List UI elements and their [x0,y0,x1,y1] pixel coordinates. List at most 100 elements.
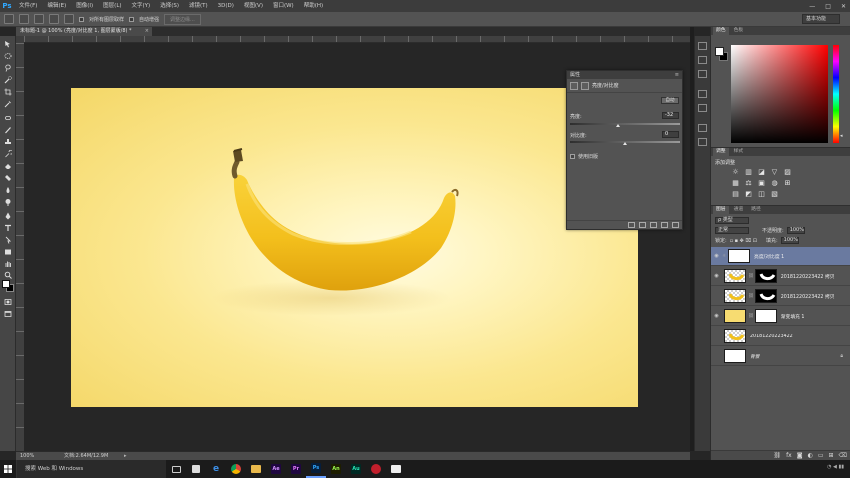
color-picker-field[interactable] [731,45,828,143]
hue-saturation-icon[interactable]: ▦ [731,179,740,187]
layer-name[interactable]: 20181220223422 [750,334,793,339]
properties-panel-title-bar[interactable]: 属性 ≡ [567,71,682,79]
photos-app-icon[interactable] [386,460,406,478]
layer-row[interactable]: 20181220223422 [711,327,850,346]
history-brush-tool-icon[interactable] [3,150,13,158]
layer-mask-icon[interactable] [581,81,589,90]
delete-layer-icon[interactable]: ⌫ [839,452,847,459]
document-canvas[interactable] [71,88,638,407]
layer-thumbnail[interactable] [724,269,746,283]
gradient-map-icon[interactable]: ▧ [770,190,779,198]
new-adjustment-icon[interactable]: ◐ [808,452,813,459]
clone-stamp-tool-icon[interactable] [3,138,13,146]
hue-slider[interactable] [833,45,839,143]
link-icon[interactable]: ⛓ [748,294,754,299]
foreground-color-swatch[interactable] [2,280,10,288]
invert-icon[interactable]: ▤ [731,190,740,198]
reset-icon[interactable] [650,222,657,228]
vibrance-icon[interactable]: ▨ [783,168,792,176]
tab-layers[interactable]: 图层 [713,206,729,214]
document-tab[interactable]: 未标题-1 @ 100% (亮度/对比度 1, 图层蒙版/8) * × [16,27,152,36]
lasso-tool-icon[interactable] [3,64,13,72]
lock-icons[interactable]: ▫ ▪ ✥ ⌧ ⊡ [730,238,757,244]
close-button[interactable]: ✕ [841,3,846,10]
layer-mask-thumbnail[interactable] [754,309,777,323]
fill-input[interactable]: 100% [780,237,799,244]
character-panel-icon[interactable] [698,124,707,132]
layer-name[interactable]: 20181220223422 拷贝 [781,293,835,300]
premiere-icon[interactable]: Pr [286,460,306,478]
hue-marker-icon[interactable]: ◂ [840,133,843,139]
opacity-input[interactable]: 100% [786,227,805,234]
hand-tool-icon[interactable] [3,260,13,268]
workspace-select[interactable]: 基本功能 [802,14,840,24]
layer-name[interactable]: 20181220223422 拷贝 [781,273,835,280]
tab-styles[interactable]: 样式 [731,148,747,156]
sample-all-layers-checkbox[interactable] [79,16,84,22]
tab-channels[interactable]: 通道 [731,206,747,214]
menu-image[interactable]: 图像(I) [71,0,98,12]
layer-row[interactable]: 背景 🔒︎ [711,347,850,366]
visibility-eye-icon[interactable]: ◉ [711,253,722,259]
new-selection-icon[interactable] [19,14,29,24]
brush-size-icon[interactable] [64,14,74,24]
brightness-slider-thumb[interactable] [616,124,621,127]
history-panel-icon[interactable] [698,42,707,50]
layer-thumbnail[interactable] [724,349,746,363]
menu-3d[interactable]: 3D(D) [213,0,239,12]
brush-tool-icon[interactable] [3,126,13,134]
curves-icon[interactable]: ◪ [757,168,766,176]
view-previous-icon[interactable] [639,222,646,228]
levels-icon[interactable]: ▥ [744,168,753,176]
new-group-icon[interactable]: ▭ [818,452,824,459]
brightness-value-input[interactable]: -32 [662,112,679,119]
layer-row[interactable]: ◉ ☼ 亮度/对比度 1 [711,247,850,266]
maximize-button[interactable]: □ [825,3,831,10]
system-tray[interactable]: ◔ ◀ ▮▮ [827,464,844,470]
visibility-icon[interactable] [661,222,668,228]
path-selection-tool-icon[interactable] [3,236,13,244]
brush-presets-icon[interactable] [698,104,707,112]
task-view-icon[interactable] [166,460,186,478]
eyedropper-tool-icon[interactable] [3,100,13,108]
menu-help[interactable]: 帮助(H) [299,0,328,12]
file-explorer-icon[interactable] [246,460,266,478]
foreground-background-swatches[interactable] [2,280,14,292]
menu-type[interactable]: 文字(Y) [127,0,156,12]
subtract-selection-icon[interactable] [49,14,59,24]
quick-mask-icon[interactable] [3,298,13,306]
blend-mode-select[interactable]: 正常 [715,227,749,234]
menu-filter[interactable]: 滤镜(T) [184,0,213,12]
audition-icon[interactable]: Au [346,460,366,478]
taskbar-search-input[interactable]: 搜索 Web 和 Windows [16,460,166,478]
auto-enhance-checkbox[interactable] [129,16,135,22]
gradient-fill-thumbnail[interactable] [724,309,746,323]
use-legacy-checkbox[interactable] [570,154,575,159]
link-icon[interactable]: ⛓ [748,274,754,279]
type-tool-icon[interactable] [3,224,13,232]
pen-tool-icon[interactable] [3,212,13,220]
chrome-icon[interactable] [226,460,246,478]
layer-filter-select[interactable]: ρ 类型 [715,217,749,224]
layer-row[interactable]: ◉ ⛓ 20181220223422 拷贝 [711,267,850,286]
tab-swatches[interactable]: 色板 [731,27,747,35]
tab-paths[interactable]: 路径 [748,206,764,214]
auto-button[interactable]: 自动 [661,97,679,104]
windows-start-button[interactable] [0,460,16,478]
layer-name[interactable]: 背景 [750,353,760,360]
posterize-icon[interactable]: ◩ [744,190,753,198]
layer-mask-thumbnail[interactable] [754,269,777,283]
menu-edit[interactable]: 编辑(E) [42,0,71,12]
gradient-tool-icon[interactable] [3,174,13,182]
tab-color[interactable]: 颜色 [713,27,729,35]
layer-style-icon[interactable]: fx [786,452,792,459]
rectangle-tool-icon[interactable] [3,248,13,256]
move-tool-icon[interactable] [3,40,13,48]
menu-window[interactable]: 窗口(W) [268,0,299,12]
new-layer-icon[interactable]: ⊞ [828,452,833,459]
horizontal-ruler[interactable] [24,36,690,43]
layer-row[interactable]: ◉ ⛓ 渐变填充 1 [711,307,850,326]
add-mask-icon[interactable]: ◙ [797,452,803,459]
crop-tool-icon[interactable] [3,88,13,96]
menu-file[interactable]: 文件(F) [14,0,42,12]
